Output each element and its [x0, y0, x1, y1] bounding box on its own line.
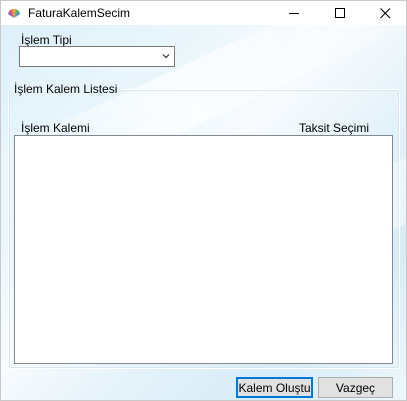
column-header-taksit-secimi: Taksit Seçimi	[299, 121, 370, 135]
kalem-olustur-button[interactable]: Kalem Oluştu	[236, 377, 313, 398]
maximize-icon	[334, 7, 345, 18]
close-button[interactable]	[362, 1, 407, 25]
window-title: FaturaKalemSecim	[28, 6, 131, 20]
islem-tipi-label: İşlem Tipi	[21, 33, 72, 47]
maximize-button[interactable]	[317, 1, 363, 25]
group-title: İşlem Kalem Listesi	[11, 82, 121, 96]
title-bar[interactable]: FaturaKalemSecim	[1, 1, 406, 25]
minimize-icon	[288, 12, 299, 14]
close-icon	[379, 7, 390, 18]
vazgec-button[interactable]: Vazgeç	[318, 377, 393, 398]
minimize-button[interactable]	[271, 1, 317, 25]
app-window: FaturaKalemSecim İşlem Tipi İşlem Kalem …	[0, 0, 407, 401]
column-header-islem-kalemi: İşlem Kalemi	[21, 121, 90, 135]
app-icon	[7, 6, 21, 20]
chevron-down-icon	[162, 54, 170, 59]
form-client-area: İşlem Tipi İşlem Kalem Listesi İşlem Kal…	[1, 25, 406, 400]
islem-kalem-list[interactable]	[14, 135, 393, 364]
islem-tipi-combobox[interactable]	[19, 46, 175, 67]
